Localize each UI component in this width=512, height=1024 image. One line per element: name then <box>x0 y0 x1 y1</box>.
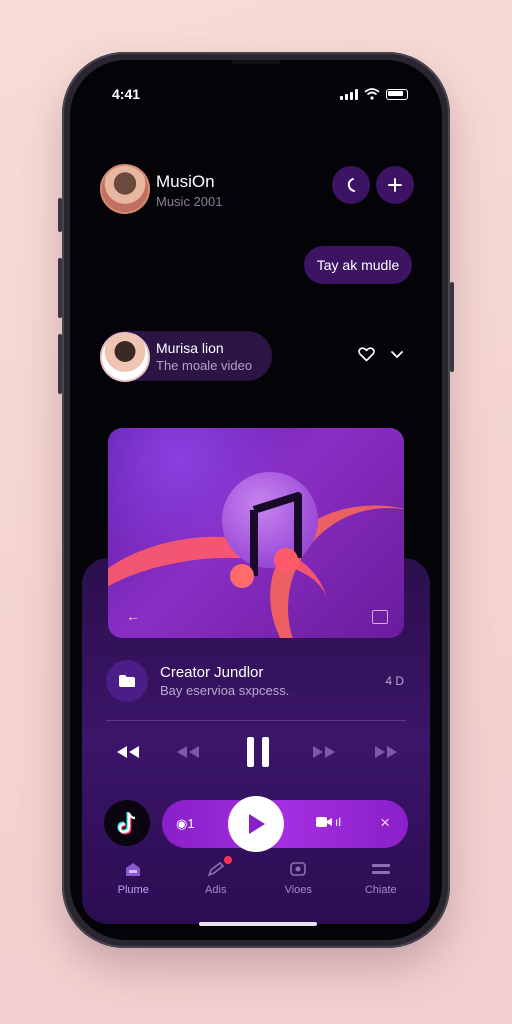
side-button <box>58 198 62 232</box>
nav-item-home[interactable]: Plume <box>92 860 175 920</box>
status-bar: 4:41 <box>70 60 442 120</box>
pause-icon <box>247 737 254 767</box>
pen-icon <box>206 856 232 878</box>
mini-player-left[interactable]: ◉1 <box>176 816 195 832</box>
nav-item-videos[interactable]: Vioes <box>257 860 340 920</box>
volume-up-button <box>58 258 62 318</box>
phone-frame: 4:41 MusiOn Music 2001 Tay ak mudle Muri… <box>58 52 454 948</box>
mini-player[interactable]: ◉1 ıl × <box>162 796 408 852</box>
video-icon <box>288 860 308 878</box>
previous-icon <box>177 746 199 758</box>
album-artwork[interactable]: ← <box>108 428 404 638</box>
status-icons <box>340 88 408 100</box>
screen: 4:41 MusiOn Music 2001 Tay ak mudle Muri… <box>70 60 442 940</box>
heart-icon[interactable] <box>358 347 375 362</box>
chat-icon <box>371 860 391 878</box>
play-button[interactable] <box>228 796 284 852</box>
creator-side-label[interactable]: 4 D <box>385 674 404 688</box>
signal-icon <box>340 88 358 100</box>
tiktok-icon <box>117 812 136 835</box>
pause-button[interactable] <box>238 737 278 767</box>
avatar[interactable] <box>100 164 150 214</box>
fast-forward-icon <box>375 746 397 758</box>
nav-label: Chiate <box>364 884 397 896</box>
plus-icon <box>388 178 402 192</box>
folder-icon <box>119 675 135 687</box>
profile-name: Murisa lion <box>156 340 224 356</box>
creator-icon[interactable] <box>106 660 148 702</box>
divider <box>106 720 406 721</box>
status-time: 4:41 <box>112 86 141 102</box>
home-icon <box>123 860 143 878</box>
volume-down-button <box>58 334 62 394</box>
nav-label: Vioes <box>284 884 312 896</box>
previous-button[interactable] <box>174 740 202 764</box>
wifi-icon <box>364 88 380 100</box>
pause-icon <box>262 737 269 767</box>
nav-label: Adis <box>205 884 227 896</box>
notification-badge <box>223 856 232 864</box>
back-arrow-icon[interactable]: ← <box>126 608 140 624</box>
bottom-nav: Plume Adis Vioes Chiate <box>92 856 423 920</box>
mini-player-left-label: 1 <box>187 816 195 831</box>
nav-item-chat[interactable]: Chiate <box>340 860 423 920</box>
record-icon: ◉ <box>176 816 188 831</box>
chevron-down-icon[interactable] <box>390 350 404 360</box>
close-icon[interactable]: × <box>380 813 390 833</box>
next-icon <box>313 746 335 758</box>
tiktok-button[interactable] <box>104 800 150 846</box>
fast-forward-button[interactable] <box>372 740 400 764</box>
mini-player-right[interactable]: ıl <box>316 815 341 829</box>
app-title: MusiOn <box>156 172 215 191</box>
power-button <box>450 282 454 372</box>
home-indicator[interactable] <box>199 922 317 926</box>
add-button[interactable] <box>376 166 414 204</box>
nav-label: Plume <box>117 884 149 896</box>
mini-player-right-label: ıl <box>335 815 341 829</box>
creator-subtitle: Bay eservioa sxpcess. <box>160 683 290 698</box>
app-subtitle: Music 2001 <box>156 194 223 209</box>
next-button[interactable] <box>310 740 338 764</box>
phone-icon <box>347 178 355 192</box>
chip-button[interactable]: Tay ak mudle <box>304 246 412 284</box>
profile-avatar <box>100 332 150 382</box>
profile-caption: The moale video <box>156 358 253 373</box>
music-note-icon <box>230 492 302 588</box>
rewind-icon <box>117 746 139 758</box>
rewind-button[interactable] <box>114 740 142 764</box>
call-button[interactable] <box>332 166 370 204</box>
creator-title: Creator Jundlor <box>160 664 264 681</box>
battery-icon <box>386 88 408 100</box>
video-camera-icon <box>316 817 332 827</box>
play-icon <box>249 814 265 834</box>
nav-item-adis[interactable]: Adis <box>175 856 258 920</box>
gallery-icon[interactable] <box>372 610 388 624</box>
